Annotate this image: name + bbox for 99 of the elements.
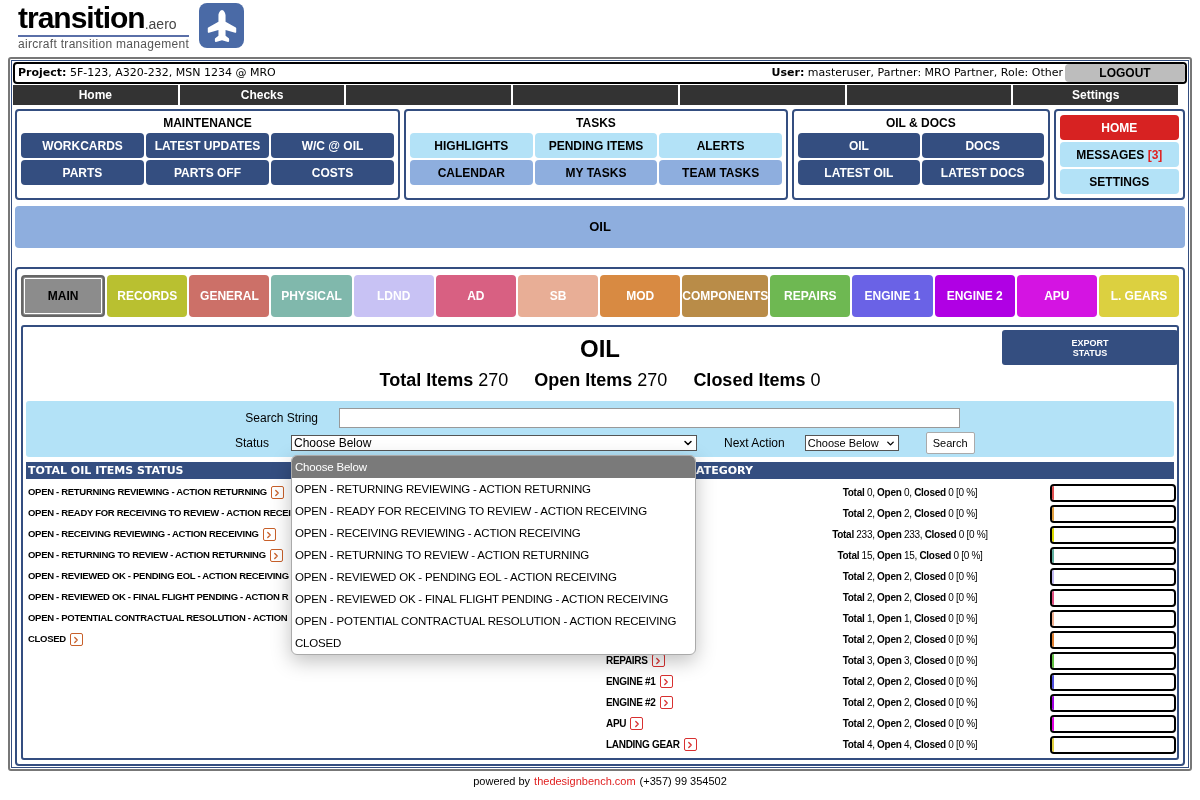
- category-stats: Total 3, Open 3, Closed 0 [0 %]: [841, 654, 979, 668]
- chevron-icon[interactable]: [262, 528, 276, 541]
- menu-button[interactable]: W/C @ OIL: [271, 133, 394, 158]
- menu-button[interactable]: PARTS: [21, 160, 144, 185]
- status-select[interactable]: Choose Below: [291, 435, 697, 451]
- logo-tagline: aircraft transition management: [18, 37, 190, 52]
- dropdown-option[interactable]: OPEN - RECEIVING REVIEWING - ACTION RECEIVING: [292, 522, 695, 544]
- menu-group-title: MAINTENANCE: [162, 115, 253, 131]
- status-row-label: OPEN - REVIEWED OK - FINAL FLIGHT PENDING - ACTION R: [28, 590, 289, 605]
- menu-button[interactable]: CALENDAR: [410, 160, 533, 185]
- nav-link[interactable]: Home: [13, 85, 180, 105]
- dropdown-option[interactable]: OPEN - READY FOR RECEIVING TO REVIEW - ACTION RECEIVING: [292, 500, 695, 522]
- menu-button[interactable]: HOME: [1059, 115, 1179, 140]
- search-label: Search String: [244, 410, 318, 427]
- menu-button[interactable]: ALERTS: [659, 133, 782, 158]
- menu-button[interactable]: DOCS: [921, 133, 1044, 158]
- category-tab[interactable]: ENGINE 1: [852, 275, 933, 317]
- category-tab[interactable]: APU: [1016, 275, 1097, 317]
- chevron-icon[interactable]: [69, 633, 83, 646]
- status-row-label: OPEN - READY FOR RECEIVING TO REVIEW - ACTION RECEI: [28, 506, 291, 521]
- category-header: ATEGORY: [696, 464, 753, 477]
- logo-wordmark: transition: [18, 3, 145, 33]
- panel-title: OIL: [580, 334, 620, 364]
- export-status-button[interactable]: EXPORT STATUS: [1002, 330, 1178, 365]
- dropdown-option[interactable]: OPEN - REVIEWED OK - FINAL FLIGHT PENDING - ACTION RECEIVING: [292, 588, 695, 610]
- dropdown-option[interactable]: OPEN - RETURNING REVIEWING - ACTION RETURNING: [292, 478, 695, 500]
- menu-button[interactable]: COSTS: [271, 160, 394, 185]
- category-name: APU: [606, 717, 627, 731]
- category-tab[interactable]: AD: [435, 275, 516, 317]
- search-button[interactable]: Search: [925, 432, 975, 454]
- nav-link[interactable]: Checks: [179, 85, 347, 105]
- airplane-icon: [199, 3, 245, 48]
- dropdown-option[interactable]: OPEN - REVIEWED OK - PENDING EOL - ACTION RECEIVING: [292, 566, 695, 588]
- chevron-icon[interactable]: [269, 549, 283, 562]
- status-label: Status: [233, 435, 269, 452]
- category-stats: Total 2, Open 2, Closed 0 [0 %]: [841, 591, 979, 605]
- chevron-icon[interactable]: [659, 675, 673, 688]
- menu-button[interactable]: MESSAGES [3]: [1059, 142, 1179, 167]
- next-action-select[interactable]: Choose Below: [804, 435, 899, 451]
- nav-link[interactable]: Settings: [1013, 85, 1179, 105]
- total-count: Open Items 270: [534, 369, 668, 392]
- category-stats: Total 15, Open 15, Closed 0 [0 %]: [836, 549, 984, 563]
- category-name: ENGINE #1: [606, 675, 656, 689]
- user-info: User: masteruser, Partner: MRO Partner, Role: Other: [771, 64, 1063, 81]
- status-header: TOTAL OIL ITEMS STATUS: [28, 464, 184, 477]
- chevron-icon[interactable]: [659, 696, 673, 709]
- category-stats: Total 1, Open 1, Closed 0 [0 %]: [841, 612, 979, 626]
- dropdown-option[interactable]: CLOSED: [292, 632, 695, 654]
- category-stats: Total 2, Open 2, Closed 0 [0 %]: [841, 633, 979, 647]
- menu-button[interactable]: OIL: [797, 133, 920, 158]
- chevron-icon[interactable]: [683, 738, 697, 751]
- page-banner: OIL: [15, 206, 1185, 248]
- menu-button[interactable]: MY TASKS: [534, 160, 658, 185]
- logout-button[interactable]: LOGOUT: [1065, 64, 1185, 82]
- status-row-label: OPEN - POTENTIAL CONTRACTUAL RESOLUTION - ACTION: [28, 611, 288, 626]
- menu-button[interactable]: LATEST UPDATES: [146, 133, 269, 158]
- status-row-label: OPEN - RETURNING REVIEWING - ACTION RETURNING: [28, 485, 267, 500]
- chevron-icon[interactable]: [270, 486, 284, 499]
- menu-button[interactable]: HIGHLIGHTS: [410, 133, 533, 158]
- category-stats: Total 2, Open 2, Closed 0 [0 %]: [841, 507, 979, 521]
- category-name: REPAIRS: [606, 654, 648, 668]
- status-row-label: CLOSED: [28, 632, 66, 647]
- dropdown-option[interactable]: OPEN - POTENTIAL CONTRACTUAL RESOLUTION - ACTION RECEIVING: [292, 610, 695, 632]
- dropdown-option[interactable]: Choose Below: [292, 456, 695, 478]
- total-count: Total Items 270: [379, 369, 509, 392]
- category-stats: Total 233, Open 233, Closed 0 [0 %]: [831, 528, 989, 542]
- chevron-icon[interactable]: [630, 717, 644, 730]
- search-field[interactable]: [339, 408, 960, 428]
- category-tab[interactable]: ENGINE 2: [934, 275, 1015, 317]
- status-row-label: OPEN - RETURNING TO REVIEW - ACTION RETURNING: [28, 548, 266, 563]
- category-name: LANDING GEAR: [606, 738, 680, 752]
- category-tab[interactable]: MAIN: [21, 275, 106, 317]
- menu-button[interactable]: TEAM TASKS: [659, 160, 782, 185]
- category-stats: Total 4, Open 4, Closed 0 [0 %]: [841, 738, 979, 752]
- category-name: ENGINE #2: [606, 696, 656, 710]
- status-row-label: OPEN - REVIEWED OK - PENDING EOL - ACTION RECEIVING: [28, 569, 289, 584]
- footer-text: powered by: [473, 774, 531, 789]
- dropdown-option[interactable]: OPEN - RETURNING TO REVIEW - ACTION RETURNING: [292, 544, 695, 566]
- menu-button[interactable]: SETTINGS: [1059, 169, 1179, 194]
- menu-group-title: OIL & DOCS: [884, 115, 957, 131]
- footer-link[interactable]: thedesignbench.com: [534, 773, 636, 790]
- menu-button[interactable]: PENDING ITEMS: [534, 133, 658, 158]
- status-row-label: OPEN - RECEIVING REVIEWING - ACTION RECEIVING: [28, 527, 259, 542]
- footer-phone: (+357) 99 354502: [639, 774, 727, 789]
- category-stats: Total 0, Open 0, Closed 0 [0 %]: [841, 486, 979, 500]
- menu-button[interactable]: WORKCARDS: [21, 133, 144, 158]
- next-action-label: Next Action: [724, 435, 785, 452]
- total-count: Closed Items 0: [693, 369, 821, 392]
- category-stats: Total 2, Open 2, Closed 0 [0 %]: [841, 675, 979, 689]
- menu-button[interactable]: PARTS OFF: [146, 160, 269, 185]
- chevron-icon[interactable]: [651, 654, 665, 667]
- logo-suffix: .aero: [144, 17, 177, 31]
- menu-button[interactable]: LATEST DOCS: [921, 160, 1044, 185]
- menu-group-title: TASKS: [575, 115, 617, 131]
- category-stats: Total 2, Open 2, Closed 0 [0 %]: [841, 570, 979, 584]
- menu-button[interactable]: LATEST OIL: [797, 160, 920, 185]
- category-stats: Total 2, Open 2, Closed 0 [0 %]: [841, 717, 979, 731]
- category-stats: Total 2, Open 2, Closed 0 [0 %]: [841, 696, 979, 710]
- project-info: Project: 5F-123, A320-232, MSN 1234 @ MRO: [18, 64, 276, 81]
